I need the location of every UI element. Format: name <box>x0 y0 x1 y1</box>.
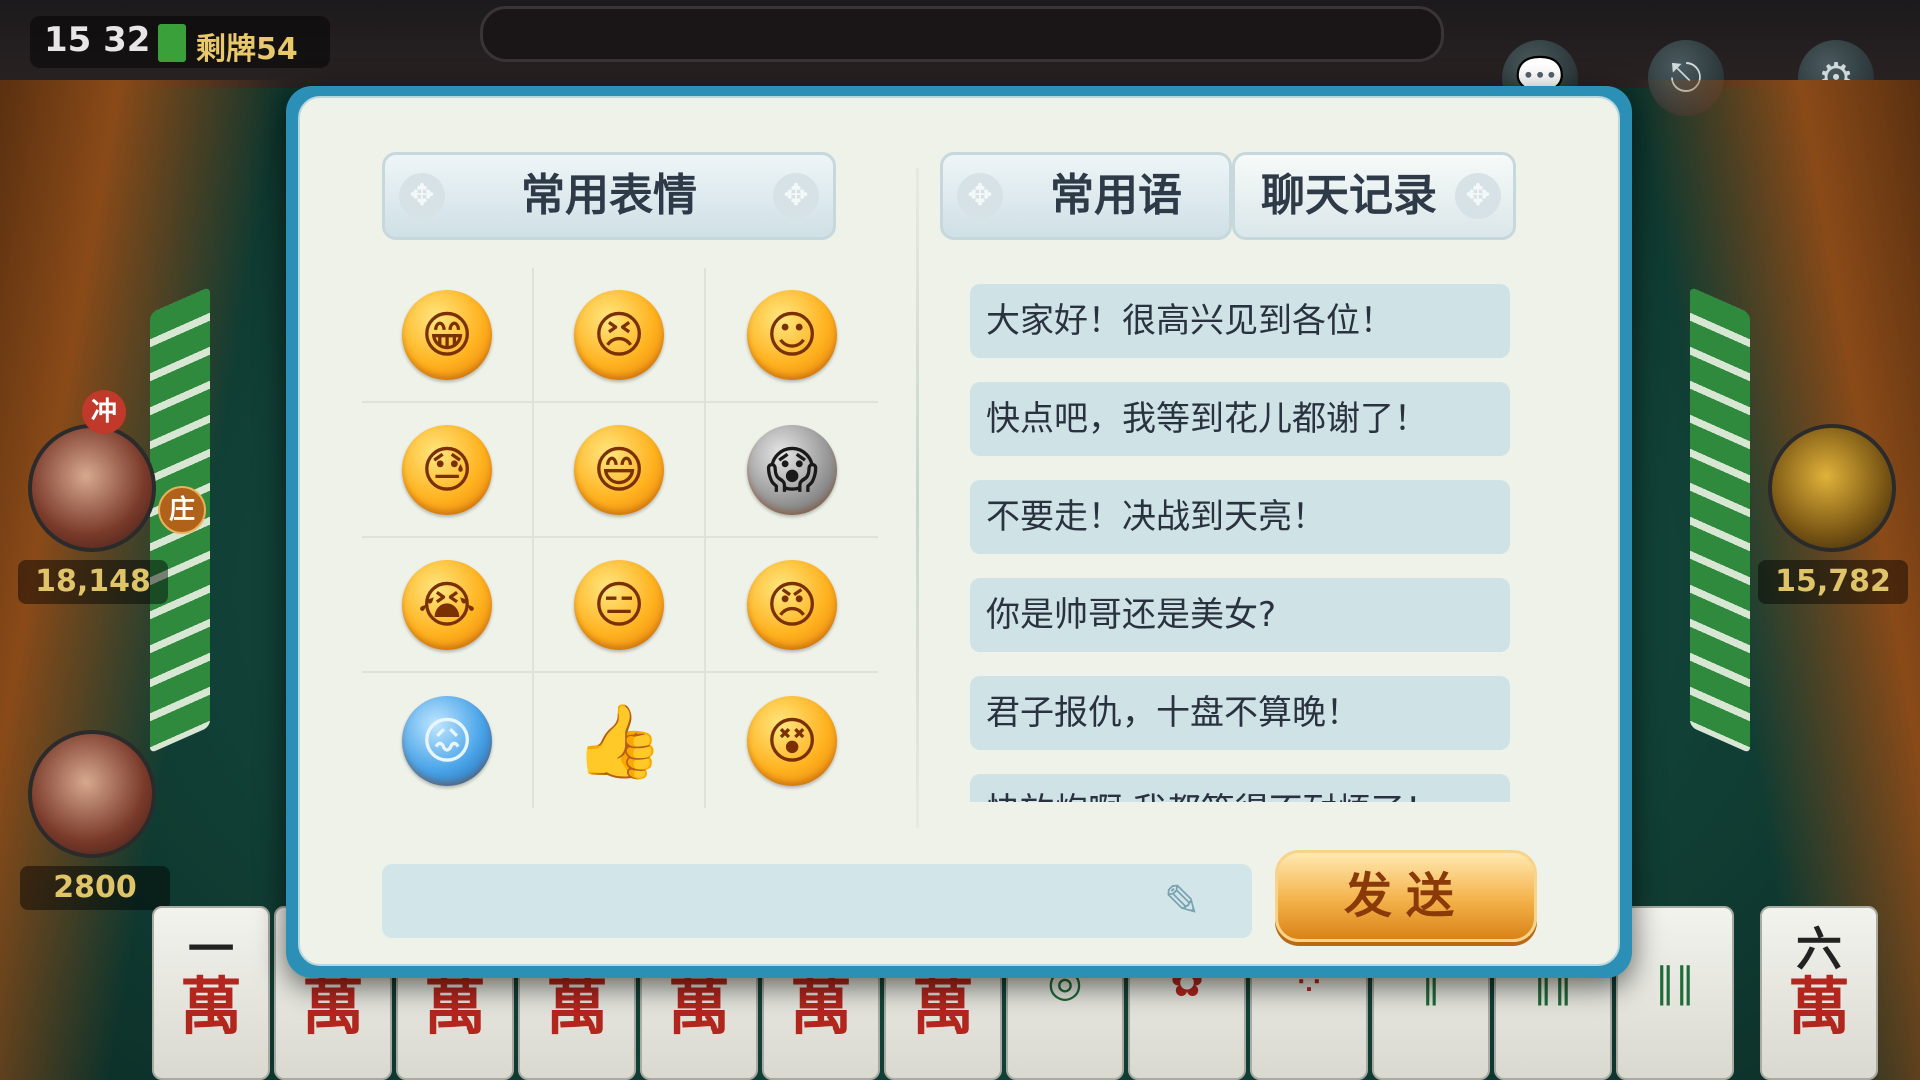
emote-cell[interactable]: 😣 <box>534 268 706 403</box>
laugh-face-icon: 😄 <box>574 424 664 515</box>
send-button[interactable]: 发送 <box>1275 850 1537 942</box>
emote-cell[interactable]: 😱 <box>706 403 878 538</box>
phrase-list: 大家好！很高兴见到各位！ 快点吧，我等到花儿都谢了！ 不要走！决战到天亮！ 你是… <box>970 284 1514 802</box>
clock: 15 32 <box>44 20 151 60</box>
phrase-item[interactable]: 快点吧，我等到花儿都谢了！ <box>970 382 1510 456</box>
emote-cell[interactable]: 😑 <box>534 538 706 673</box>
drawn-tile[interactable]: 六萬 <box>1760 906 1878 1080</box>
tab-decoration-icon: ✥ <box>1455 173 1501 219</box>
tab-emotes-label: 常用表情 <box>521 170 697 221</box>
blush-smile-face-icon: ☺ <box>747 289 837 380</box>
angry-face-icon: 😠 <box>747 559 837 650</box>
tab-chat-history-label: 聊天记录 <box>1261 170 1437 221</box>
thumbs-up-icon: 👍 <box>574 698 664 783</box>
avatar-right-player[interactable] <box>1768 424 1896 552</box>
hand-tile-bamboo[interactable]: ‖‖ <box>1616 906 1734 1080</box>
grin-face-icon: 😁 <box>402 289 492 380</box>
emote-cell[interactable]: ☺ <box>706 268 878 403</box>
squint-face-icon: 😣 <box>574 289 664 380</box>
freezing-face-icon: 😖 <box>402 695 492 786</box>
chat-dialog-body: ✥ 常用表情 ✥ ✥ 常用语 聊天记录 ✥ 😁 😣 ☺ 😓 😄 😱 😭 😑 😠 … <box>298 96 1620 966</box>
emote-cell[interactable]: 😖 <box>362 673 534 808</box>
phrase-item[interactable]: 不要走！决战到天亮！ <box>970 480 1510 554</box>
avatar-left-player[interactable] <box>28 424 156 552</box>
meh-face-icon: 😑 <box>574 559 664 650</box>
status-box: 15 32 剩牌54 <box>30 16 330 68</box>
emote-cell[interactable]: 😭 <box>362 538 534 673</box>
phrase-item[interactable]: 快放炮啊,我都等得不耐烦了！ <box>970 774 1510 802</box>
emote-cell[interactable]: 😄 <box>534 403 706 538</box>
hand-tile[interactable]: 一萬 <box>152 906 270 1080</box>
sweat-face-icon: 😓 <box>402 424 492 515</box>
phrase-item[interactable]: 你是帅哥还是美女? <box>970 578 1510 652</box>
self-score: 2800 <box>20 866 170 910</box>
dizzy-face-icon: 😵 <box>747 695 837 786</box>
tab-decoration-icon: ✥ <box>957 173 1003 219</box>
scream-face-icon: 😱 <box>747 424 837 515</box>
tile-icon <box>158 24 186 62</box>
chat-dialog: ✥ 常用表情 ✥ ✥ 常用语 聊天记录 ✥ 😁 😣 ☺ 😓 😄 😱 😭 😑 😠 … <box>286 86 1632 978</box>
top-bar: 15 32 剩牌54 <box>0 0 1920 88</box>
remaining-tiles: 剩牌54 <box>196 32 298 67</box>
emote-cell[interactable]: 👍 <box>534 673 706 808</box>
emote-grid: 😁 😣 ☺ 😓 😄 😱 😭 😑 😠 😖 👍 😵 <box>362 268 878 808</box>
tab-common-phrases[interactable]: ✥ 常用语 <box>940 152 1232 240</box>
emote-cell[interactable]: 😓 <box>362 403 534 538</box>
phrase-item[interactable]: 大家好！很高兴见到各位！ <box>970 284 1510 358</box>
tab-decoration-icon: ✥ <box>399 173 445 219</box>
avatar-self[interactable] <box>28 730 156 858</box>
emote-cell[interactable]: 😁 <box>362 268 534 403</box>
pencil-icon: ✎ <box>1163 876 1201 927</box>
tab-emotes[interactable]: ✥ 常用表情 ✥ <box>382 152 836 240</box>
phrase-item[interactable]: 君子报仇，十盘不算晚！ <box>970 676 1510 750</box>
panel-divider <box>916 168 919 828</box>
top-message-bar <box>480 6 1444 62</box>
badge-zhuang: 庄 <box>158 486 206 534</box>
tab-common-phrases-label: 常用语 <box>1050 170 1182 221</box>
tile-wall-right <box>1690 286 1750 754</box>
left-player-score: 18,148 <box>18 560 168 604</box>
emote-cell[interactable]: 😵 <box>706 673 878 808</box>
tab-decoration-icon: ✥ <box>773 173 819 219</box>
chat-input[interactable]: ✎ <box>382 864 1252 938</box>
right-player-score: 15,782 <box>1758 560 1908 604</box>
tab-chat-history[interactable]: 聊天记录 ✥ <box>1232 152 1516 240</box>
cry-face-icon: 😭 <box>402 559 492 650</box>
emote-cell[interactable]: 😠 <box>706 538 878 673</box>
badge-chong: 冲 <box>82 390 126 434</box>
